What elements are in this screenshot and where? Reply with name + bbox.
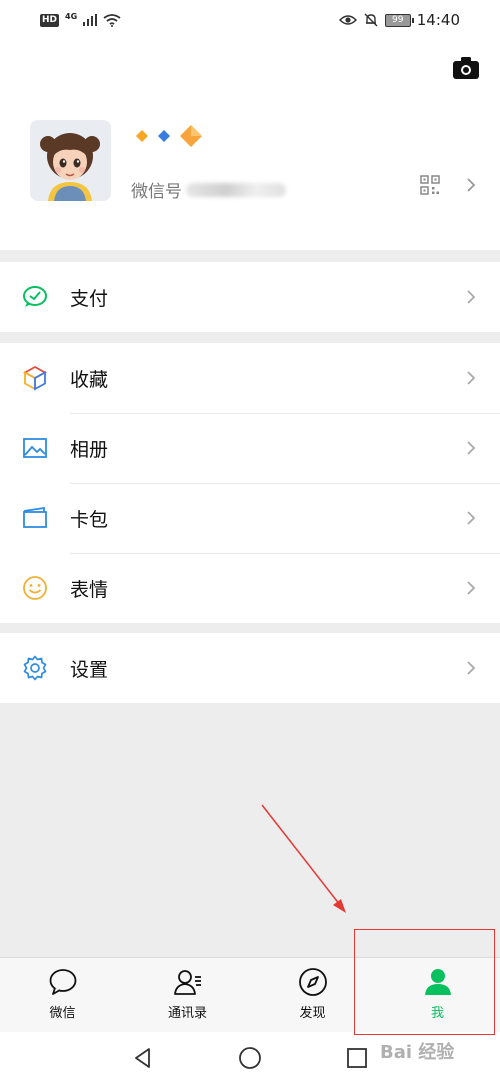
- menu-label-album: 相册: [70, 438, 109, 461]
- menu-label-favorites: 收藏: [70, 368, 109, 391]
- avatar-cartoon-girl-image: [30, 120, 111, 201]
- mute-bell-icon: [364, 13, 378, 27]
- chevron-right-icon: [467, 511, 476, 525]
- watermark-logo: Bai 经验: [380, 1042, 455, 1063]
- status-left: HD 4G: [40, 11, 121, 27]
- home-circle-icon[interactable]: [238, 1046, 262, 1070]
- signal-icon: [83, 14, 98, 26]
- settings-group: 设置: [0, 633, 500, 703]
- menu-item-stickers[interactable]: 表情: [0, 553, 500, 623]
- menu-item-cards[interactable]: 卡包: [0, 483, 500, 553]
- tab-label-contacts: 通讯录: [167, 1006, 207, 1021]
- network-type: 4G: [65, 11, 78, 21]
- tab-label-chats: 微信: [49, 1006, 76, 1021]
- clock: 14:40: [416, 11, 460, 29]
- wallet-icon: [22, 505, 48, 531]
- contacts-icon: [173, 970, 201, 995]
- chevron-right-icon: [467, 581, 476, 595]
- wechat-id-value-redacted: [186, 182, 286, 197]
- tab-chats[interactable]: 微信: [0, 958, 125, 1032]
- services-group: 收藏 相册 卡包 表情: [0, 343, 500, 623]
- menu-item-favorites[interactable]: 收藏: [0, 343, 500, 413]
- menu-label-settings: 设置: [70, 658, 109, 681]
- wechat-id-row: 微信号: [131, 177, 286, 202]
- picture-icon: [22, 435, 48, 461]
- chevron-right-icon: [467, 371, 476, 385]
- menu-item-album[interactable]: 相册: [0, 413, 500, 483]
- smiley-icon: [22, 575, 48, 601]
- tab-contacts[interactable]: 通讯录: [125, 958, 250, 1032]
- hd-badge: HD: [40, 13, 60, 27]
- gear-icon: [22, 655, 48, 681]
- wifi-icon: [103, 13, 121, 27]
- status-badges: [135, 124, 203, 148]
- avatar[interactable]: [30, 120, 111, 201]
- chevron-right-icon: [467, 290, 476, 304]
- back-triangle-icon[interactable]: [132, 1047, 154, 1069]
- compass-icon: [298, 968, 327, 996]
- recents-square-icon[interactable]: [346, 1047, 368, 1069]
- pay-group: 支付: [0, 262, 500, 332]
- diamond-blue-icon: [158, 130, 170, 142]
- status-right: 99 14:40: [338, 11, 460, 29]
- qr-code-icon[interactable]: [420, 175, 440, 195]
- menu-item-pay[interactable]: 支付: [0, 262, 500, 332]
- menu-label-cards: 卡包: [70, 508, 109, 531]
- chat-bubble-icon: [49, 969, 76, 995]
- pay-icon: [22, 284, 48, 310]
- diamond-orange-icon: [136, 130, 148, 142]
- tab-label-discover: 发现: [299, 1006, 326, 1021]
- cube-icon: [22, 365, 48, 391]
- menu-label-stickers: 表情: [70, 578, 109, 601]
- chevron-right-icon: [467, 441, 476, 455]
- annotation-highlight-box: [354, 929, 495, 1035]
- chevron-right-icon: [467, 661, 476, 675]
- eye-comfort-icon: [338, 15, 357, 25]
- battery-icon: 99: [384, 13, 414, 27]
- diamond-large-orange-icon: [180, 125, 202, 147]
- camera-icon[interactable]: [452, 56, 480, 80]
- chevron-right-icon: [467, 178, 476, 192]
- profile-header[interactable]: 微信号: [0, 40, 500, 250]
- status-bar: HD 4G 99 14:40: [0, 0, 500, 40]
- menu-item-settings[interactable]: 设置: [0, 633, 500, 703]
- menu-label-pay: 支付: [70, 287, 109, 310]
- wechat-id-label: 微信号: [131, 182, 182, 202]
